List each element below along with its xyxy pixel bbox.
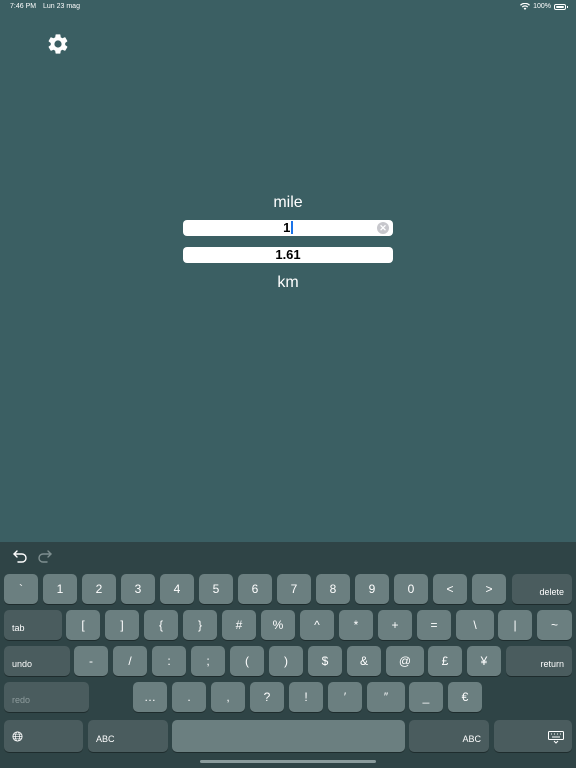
abc-key-label: ABC	[462, 734, 481, 744]
key[interactable]: ~	[537, 610, 572, 640]
clear-icon[interactable]: ✕	[377, 222, 389, 234]
keyboard-dismiss-icon	[548, 731, 564, 748]
key[interactable]: *	[339, 610, 373, 640]
redo-arrow-icon[interactable]	[37, 548, 53, 564]
space-key[interactable]	[172, 720, 405, 752]
settings-gear-icon[interactable]	[46, 32, 70, 56]
dismiss-keyboard-key[interactable]	[494, 720, 572, 752]
status-time: 7:46 PM	[10, 3, 37, 10]
wifi-icon	[520, 3, 531, 10]
undo-arrow-icon[interactable]	[12, 548, 28, 564]
key[interactable]: ,	[211, 682, 245, 712]
to-value-field[interactable]: 1.61	[183, 247, 393, 263]
status-bar: 7:46 PM Lun 23 mag 100%	[0, 0, 576, 14]
undo-key-label: undo	[12, 659, 33, 669]
redo-key-label: redo	[12, 695, 31, 705]
key[interactable]: #	[222, 610, 256, 640]
key[interactable]: `	[4, 574, 38, 604]
globe-icon	[12, 731, 23, 746]
tab-key[interactable]: tab	[4, 610, 62, 640]
abc-key-left[interactable]: ABC	[88, 720, 168, 752]
key[interactable]: |	[498, 610, 532, 640]
tab-key-label: tab	[12, 623, 25, 633]
return-key[interactable]: return	[506, 646, 572, 676]
key[interactable]: <	[433, 574, 467, 604]
key[interactable]: 8	[316, 574, 350, 604]
key[interactable]: 7	[277, 574, 311, 604]
key[interactable]: 9	[355, 574, 389, 604]
redo-key[interactable]: redo	[4, 682, 89, 712]
key[interactable]: ]	[105, 610, 139, 640]
key[interactable]: >	[472, 574, 506, 604]
from-value-input[interactable]: 1 ✕	[183, 220, 393, 236]
key[interactable]: 1	[43, 574, 77, 604]
keyboard-toolbar	[0, 542, 576, 572]
key[interactable]: +	[378, 610, 412, 640]
key[interactable]: ′	[328, 682, 362, 712]
keyboard: ` 1 2 3 4 5 6 7 8 9 0 < > delete tab [ ]…	[0, 542, 576, 768]
key[interactable]: =	[417, 610, 451, 640]
abc-key-right[interactable]: ABC	[409, 720, 489, 752]
abc-key-label: ABC	[96, 734, 115, 744]
key[interactable]: €	[448, 682, 482, 712]
from-unit-label[interactable]: mile	[0, 194, 576, 212]
key[interactable]: ″	[367, 682, 405, 712]
key[interactable]: &	[347, 646, 381, 676]
key[interactable]: 2	[82, 574, 116, 604]
return-key-label: return	[540, 659, 564, 669]
key[interactable]: ¥	[467, 646, 501, 676]
key[interactable]: £	[428, 646, 462, 676]
key[interactable]: %	[261, 610, 295, 640]
status-indicators: 100%	[520, 3, 568, 10]
key[interactable]: (	[230, 646, 264, 676]
delete-key-label: delete	[539, 587, 564, 597]
battery-icon	[554, 3, 568, 10]
text-caret	[291, 221, 293, 234]
battery-percentage: 100%	[533, 3, 551, 10]
key[interactable]: ^	[300, 610, 334, 640]
home-indicator[interactable]	[200, 760, 376, 763]
key[interactable]: 6	[238, 574, 272, 604]
key[interactable]: -	[74, 646, 108, 676]
key[interactable]: _	[409, 682, 443, 712]
key[interactable]: $	[308, 646, 342, 676]
key[interactable]: {	[144, 610, 178, 640]
key[interactable]: }	[183, 610, 217, 640]
key[interactable]: [	[66, 610, 100, 640]
key[interactable]: 4	[160, 574, 194, 604]
key[interactable]: \	[456, 610, 494, 640]
key[interactable]: 3	[121, 574, 155, 604]
key[interactable]: @	[386, 646, 424, 676]
key[interactable]: :	[152, 646, 186, 676]
undo-key[interactable]: undo	[4, 646, 70, 676]
key[interactable]: 0	[394, 574, 428, 604]
to-unit-label[interactable]: km	[0, 274, 576, 292]
key[interactable]: ?	[250, 682, 284, 712]
key[interactable]: .	[172, 682, 206, 712]
globe-key[interactable]	[4, 720, 83, 752]
key[interactable]: !	[289, 682, 323, 712]
to-value-text: 1.61	[275, 247, 301, 262]
status-date: Lun 23 mag	[43, 3, 80, 10]
from-value-text: 1	[283, 220, 291, 235]
key[interactable]: ;	[191, 646, 225, 676]
key[interactable]: /	[113, 646, 147, 676]
key[interactable]: 5	[199, 574, 233, 604]
delete-key[interactable]: delete	[512, 574, 572, 604]
key[interactable]: …	[133, 682, 167, 712]
key[interactable]: )	[269, 646, 303, 676]
